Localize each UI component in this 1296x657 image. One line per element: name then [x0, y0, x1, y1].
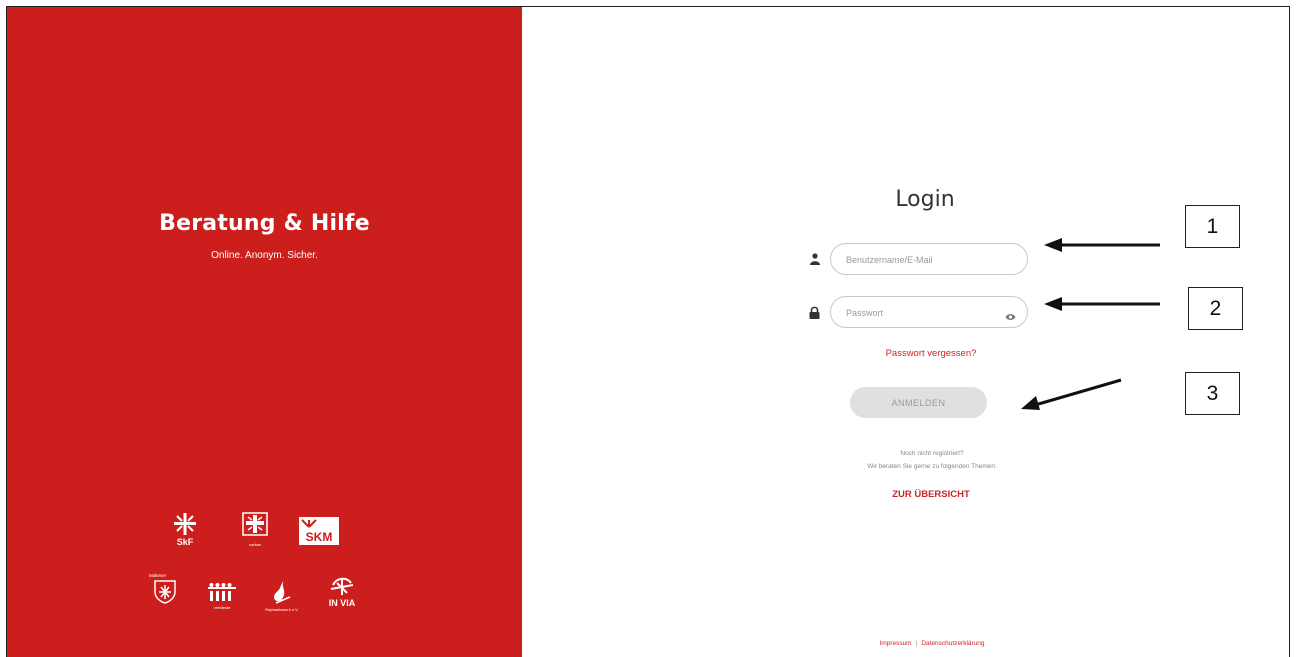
verband-label: verbände	[213, 605, 231, 610]
invia-emblem-icon	[330, 577, 354, 595]
skm-label: SKM	[306, 530, 333, 544]
caritas-logo[interactable]: caritas	[237, 512, 273, 547]
password-input[interactable]	[846, 305, 996, 321]
imprint-link[interactable]: Impressum	[879, 640, 911, 647]
annotation-box-2: 2	[1188, 287, 1243, 330]
footer: Impressum | Datenschutzerklärung	[787, 640, 1077, 647]
raphaelswerk-label: Raphaelswerk e.V.	[265, 607, 299, 612]
footer-separator: |	[915, 640, 918, 647]
arrow-3-icon	[1021, 378, 1122, 410]
invia-logo[interactable]: IN VIA	[323, 575, 361, 608]
skm-emblem-icon: SKM	[299, 517, 339, 545]
skm-logo[interactable]: SKM	[298, 517, 340, 545]
raphaelswerk-logo[interactable]: Raphaelswerk e.V.	[260, 579, 304, 612]
login-button[interactable]: ANMELDEN	[850, 387, 987, 418]
arrow-1-icon	[1044, 238, 1160, 252]
privacy-link[interactable]: Datenschutzerklärung	[921, 640, 984, 647]
annotation-box-3: 3	[1185, 372, 1240, 415]
skf-label: SkF	[176, 537, 194, 547]
login-title: Login	[895, 187, 955, 212]
forgot-password-link[interactable]: Passwort vergessen?	[837, 348, 1025, 359]
overview-link[interactable]: ZUR ÜBERSICHT	[837, 489, 1025, 500]
arrow-2-icon	[1044, 297, 1160, 311]
verband-logo[interactable]: verbände	[205, 581, 239, 610]
brand-panel: Beratung & Hilfe Online. Anonym. Sicher.…	[7, 7, 522, 657]
caritas-label: caritas	[249, 542, 261, 547]
brand-title: Beratung & Hilfe	[159, 211, 370, 236]
lock-icon	[809, 306, 820, 324]
flame-icon	[274, 580, 291, 604]
people-group-icon	[208, 583, 236, 601]
topics-hint-text: Wir beraten Sie gerne zu folgenden Theme…	[867, 463, 997, 470]
malteser-shield-icon	[154, 580, 176, 604]
skf-logo[interactable]: SkF	[167, 512, 203, 547]
screenshot-frame: Beratung & Hilfe Online. Anonym. Sicher.…	[6, 6, 1290, 657]
annotation-box-1: 1	[1185, 205, 1240, 248]
not-registered-text: Noch nicht registriert?	[900, 450, 964, 457]
user-icon	[810, 252, 820, 270]
username-field[interactable]	[830, 243, 1028, 275]
caritas-cross-icon	[242, 512, 268, 536]
malteser-label: Malteser	[149, 573, 167, 578]
malteser-logo[interactable]: Malteser	[149, 573, 181, 604]
brand-subtitle: Online. Anonym. Sicher.	[211, 250, 318, 261]
skf-emblem-icon	[174, 513, 196, 535]
password-field[interactable]	[830, 296, 1028, 328]
invia-label: IN VIA	[328, 598, 356, 608]
eye-icon[interactable]	[1005, 308, 1016, 326]
username-input[interactable]	[846, 252, 996, 268]
